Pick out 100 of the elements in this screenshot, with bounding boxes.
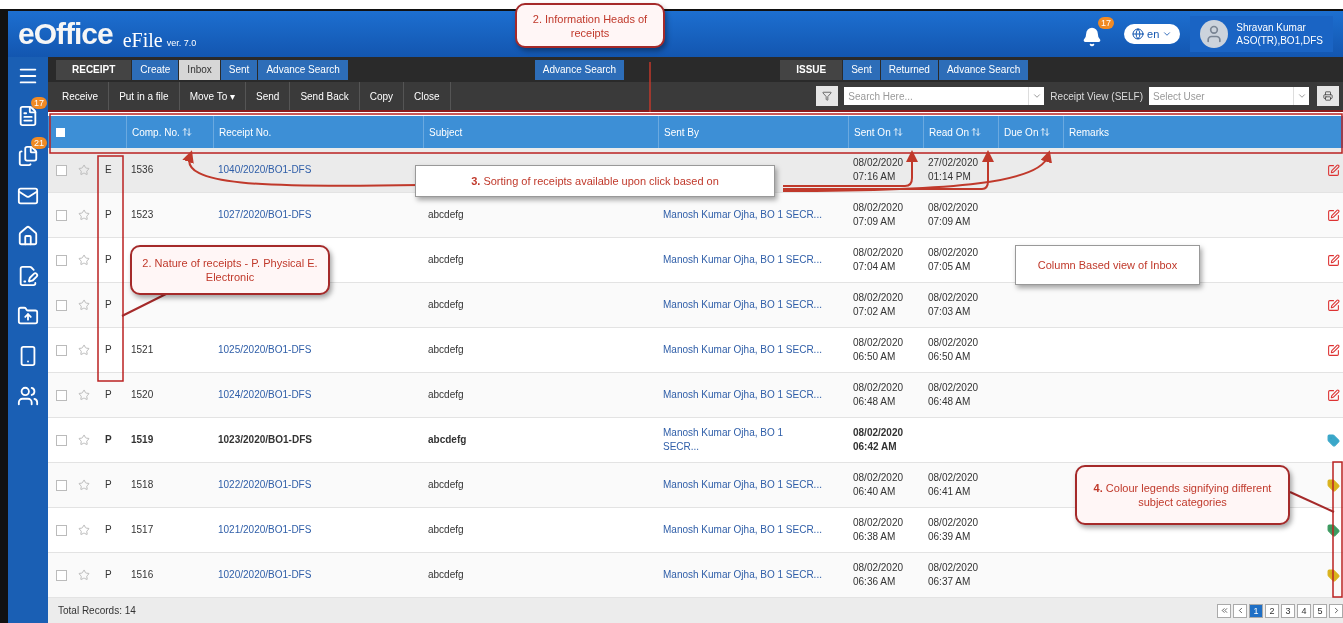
star-icon[interactable] (78, 389, 90, 402)
filter-button[interactable] (816, 86, 839, 107)
sent-date: 08/02/2020 06:40 AM (852, 471, 905, 500)
nav-tab[interactable]: Advance Search (534, 59, 625, 80)
page-button[interactable]: 1 (1249, 603, 1263, 618)
nav-tab[interactable]: Create (132, 59, 179, 80)
page-button[interactable]: 4 (1297, 603, 1311, 618)
toolbar-button[interactable]: Receive (52, 82, 110, 111)
sent-date: 08/02/2020 06:50 AM (852, 336, 905, 365)
sent-date: 08/02/2020 07:09 AM (852, 201, 905, 230)
sender-link[interactable]: Manosh Kumar Ojha, BO 1 SECR... (658, 523, 822, 538)
previous-page-button[interactable] (1233, 603, 1247, 618)
print-button[interactable] (1317, 86, 1339, 107)
nav-tab[interactable]: Advance Search (938, 59, 1029, 80)
receipt-number[interactable]: 1021/2020/BO1-DFS (213, 523, 312, 538)
sender-link[interactable]: Manosh Kumar Ojha, BO 1 SECR... (658, 426, 813, 455)
row-checkbox[interactable] (56, 434, 67, 446)
dropdown-button[interactable] (1028, 87, 1045, 106)
star-icon[interactable] (78, 164, 90, 177)
annotation-callout: 2. Information Heads of receipts (515, 3, 665, 48)
edit-icon[interactable] (1327, 208, 1340, 222)
nav-tab[interactable]: Returned (880, 59, 938, 80)
total-records: Total Records: 14 (58, 605, 136, 617)
comp-number: 1516 (130, 568, 154, 583)
star-icon[interactable] (78, 344, 90, 357)
edit-icon[interactable] (1327, 298, 1340, 312)
user-select[interactable]: Select User (1149, 87, 1293, 106)
receipt-type: P (104, 433, 112, 448)
receipt-number[interactable]: 1040/2020/BO1-DFS (213, 163, 312, 178)
star-icon[interactable] (78, 479, 90, 492)
sender-link[interactable]: Manosh Kumar Ojha, BO 1 SECR... (658, 343, 822, 358)
receipt-number[interactable]: 1022/2020/BO1-DFS (213, 478, 312, 493)
sender-link[interactable]: Manosh Kumar Ojha, BO 1 SECR... (658, 388, 822, 403)
star-icon[interactable] (78, 299, 90, 312)
sent-date: 08/02/2020 06:42 AM (852, 426, 905, 455)
receipt-type: P (104, 478, 112, 493)
next-page-button[interactable] (1329, 603, 1343, 618)
star-icon[interactable] (78, 209, 90, 222)
row-checkbox[interactable] (56, 209, 67, 221)
toolbar-button[interactable]: Send Back (290, 82, 360, 111)
nav-tab[interactable]: Inbox (179, 59, 220, 80)
annotation-callout: 2. Nature of receipts - P. Physical E. Electronic (130, 245, 330, 295)
star-icon[interactable] (78, 434, 90, 447)
dropdown-button[interactable] (1293, 87, 1309, 106)
page-button[interactable]: 5 (1313, 603, 1327, 618)
toolbar-button[interactable]: Send (246, 82, 291, 111)
filter-icon (822, 89, 833, 104)
sender-link[interactable]: Manosh Kumar Ojha, BO 1 SECR... (658, 298, 822, 313)
first-page-button[interactable] (1217, 603, 1231, 618)
search-field[interactable]: Search Here... (844, 87, 1029, 106)
receipt-type: P (104, 343, 112, 358)
receipt-number[interactable]: 1025/2020/BO1-DFS (213, 343, 312, 358)
star-icon[interactable] (78, 254, 90, 267)
row-checkbox[interactable] (56, 164, 67, 176)
toolbar-button[interactable]: Move To ▾ (179, 82, 246, 111)
receipt-number[interactable]: 1023/2020/BO1-DFS (213, 433, 312, 448)
toolbar-button[interactable]: Copy (359, 82, 405, 111)
sender-link[interactable]: Manosh Kumar Ojha, BO 1 SECR... (658, 568, 822, 583)
printer-icon (1323, 89, 1333, 104)
sender-link[interactable]: Manosh Kumar Ojha, BO 1 SECR... (658, 253, 822, 268)
subject: abcdefg (427, 298, 464, 313)
row-checkbox[interactable] (56, 344, 67, 356)
page-button[interactable]: 2 (1265, 603, 1279, 618)
sign-icon (17, 265, 39, 287)
star-icon[interactable] (78, 569, 90, 582)
subject: abcdefg (427, 208, 464, 223)
page-button[interactable]: 3 (1281, 603, 1295, 618)
select-all-checkbox[interactable] (56, 127, 65, 137)
row-checkbox[interactable] (56, 524, 67, 536)
row-checkbox[interactable] (56, 254, 67, 266)
row-checkbox[interactable] (56, 389, 67, 401)
avatar-icon (1200, 20, 1229, 48)
nav-tab[interactable]: Sent (843, 59, 880, 80)
read-date: 08/02/2020 06:39 AM (927, 516, 980, 545)
row-checkbox[interactable] (56, 299, 67, 311)
edit-icon[interactable] (1327, 388, 1340, 402)
app-name: eFile (122, 28, 163, 52)
receipt-number[interactable]: 1027/2020/BO1-DFS (213, 208, 312, 223)
subject: abcdefg (427, 523, 464, 538)
user-panel[interactable]: Shravan Kumar ASO(TR),BO1,DFS (1190, 16, 1333, 52)
read-date: 08/02/2020 07:05 AM (927, 246, 980, 275)
row-checkbox[interactable] (56, 569, 67, 581)
edit-icon[interactable] (1327, 163, 1340, 177)
nav-tab[interactable]: Sent (220, 59, 258, 80)
sender-link[interactable]: Manosh Kumar Ojha, BO 1 SECR... (658, 208, 822, 223)
star-icon[interactable] (78, 524, 90, 537)
edit-icon[interactable] (1327, 253, 1340, 267)
receipt-number[interactable]: 1024/2020/BO1-DFS (213, 388, 312, 403)
sent-date: 08/02/2020 07:02 AM (852, 291, 905, 320)
edit-icon[interactable] (1327, 343, 1340, 357)
nav-tab[interactable]: Advance Search (258, 59, 348, 80)
read-date: 08/02/2020 07:09 AM (927, 201, 980, 230)
user-name: Shravan Kumar (1236, 21, 1307, 34)
row-checkbox[interactable] (56, 479, 67, 491)
toolbar-button[interactable]: Close (404, 82, 451, 111)
receipt-number[interactable]: 1020/2020/BO1-DFS (213, 568, 312, 583)
subject: abcdefg (427, 343, 464, 358)
sender-link[interactable]: Manosh Kumar Ojha, BO 1 SECR... (658, 478, 822, 493)
language-button[interactable]: en (1124, 24, 1181, 44)
toolbar-button[interactable]: Put in a file (109, 82, 180, 111)
